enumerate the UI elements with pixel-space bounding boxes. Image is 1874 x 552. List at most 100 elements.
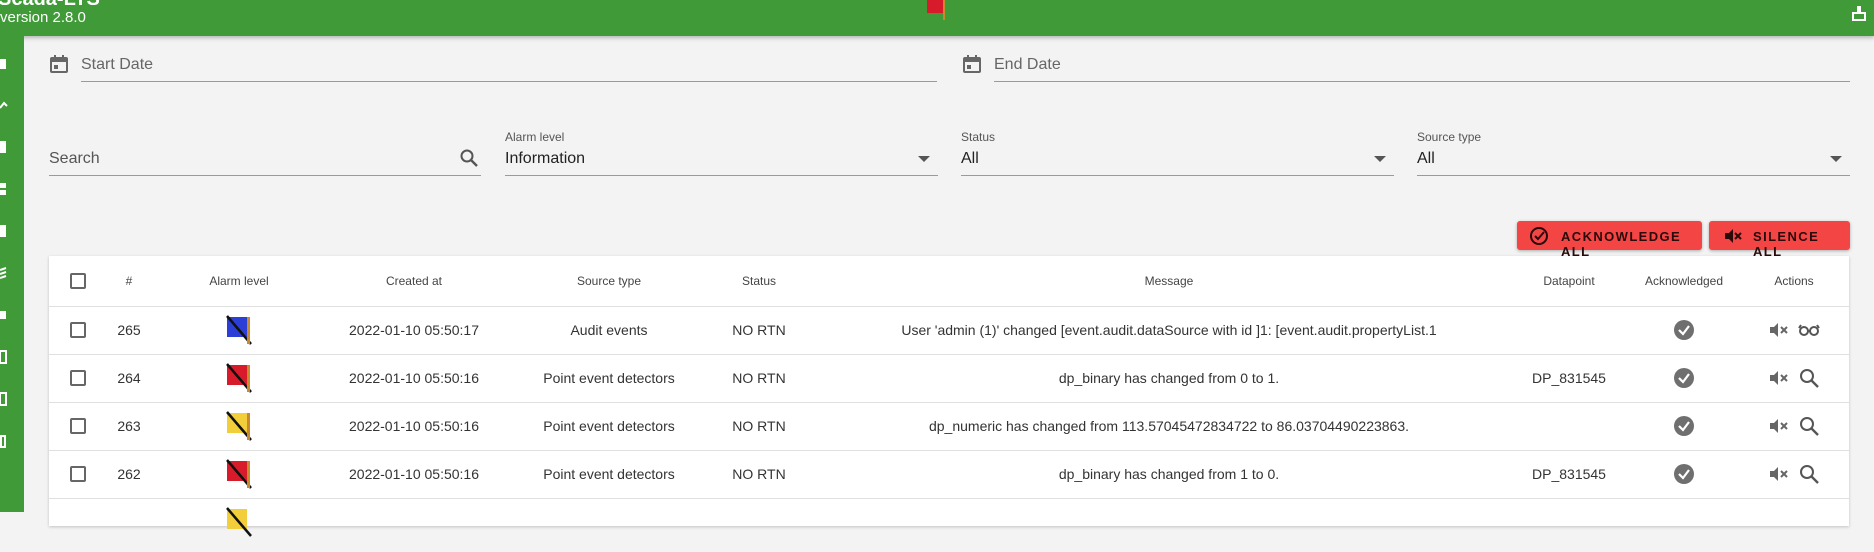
event-message: dp_numeric has changed from 113.57045472… <box>928 418 1410 434</box>
check-circle-icon <box>1530 227 1548 245</box>
panel-icon[interactable] <box>0 350 8 364</box>
search-icon[interactable] <box>1798 367 1820 389</box>
search-underline <box>49 175 481 176</box>
status-select[interactable]: Status All <box>961 128 1394 178</box>
mute-icon[interactable] <box>1768 367 1790 389</box>
header-message: Message <box>1144 274 1194 288</box>
created-at: 2022-01-10 05:50:16 <box>349 418 479 434</box>
chevron-down-icon <box>1374 156 1386 162</box>
event-id: 262 <box>117 466 141 482</box>
alarm-flag-icon <box>226 507 252 537</box>
app-header: Scada-LTS version 2.8.0 <box>0 0 1874 36</box>
mute-icon[interactable] <box>1768 415 1790 437</box>
event-status: NO RTN <box>732 370 786 386</box>
glasses-icon[interactable] <box>1798 319 1820 341</box>
alarm-flag-icon <box>226 411 252 441</box>
header-number: # <box>125 274 133 288</box>
calendar-icon <box>963 55 981 73</box>
start-date-label: Start Date <box>81 56 154 73</box>
header-source-type: Source type <box>576 274 642 288</box>
silence-all-button[interactable]: SILENCE ALL <box>1709 221 1850 259</box>
alarm-flag-icon <box>226 459 252 489</box>
datapoint-name <box>1519 306 1619 354</box>
dashboard-icon[interactable] <box>0 182 8 196</box>
start-date-underline <box>81 81 937 82</box>
table-row[interactable]: 262 2022-01-10 05:50:16 Point event dete… <box>49 450 1849 499</box>
event-status: NO RTN <box>732 466 786 482</box>
app-version: version 2.8.0 <box>0 9 86 26</box>
alarm-level-label: Alarm level <box>505 130 565 144</box>
search-icon[interactable] <box>1798 463 1820 485</box>
document-icon[interactable] <box>0 224 8 238</box>
calendar-icon <box>50 55 68 73</box>
status-value: All <box>961 150 979 167</box>
event-message: dp_binary has changed from 1 to 0. <box>1058 466 1280 482</box>
mute-icon[interactable] <box>1768 319 1790 341</box>
acknowledge-all-button[interactable]: ACKNOWLEDGE ALL <box>1517 221 1702 259</box>
source-type: Audit events <box>570 322 648 338</box>
row-checkbox[interactable] <box>70 466 86 482</box>
sidebar <box>0 36 24 512</box>
search-input[interactable]: Search <box>49 128 481 178</box>
row-checkbox[interactable] <box>70 418 86 434</box>
datapoint-name <box>1519 402 1619 450</box>
select-all-checkbox[interactable] <box>70 273 86 289</box>
table-row[interactable]: 264 2022-01-10 05:50:16 Point event dete… <box>49 354 1849 403</box>
chevron-down-icon <box>1830 156 1842 162</box>
datapoint-name: DP_831545 <box>1532 466 1606 482</box>
source-type-value: All <box>1417 150 1435 167</box>
image-icon[interactable] <box>0 140 8 154</box>
alarm-flag-icon <box>226 363 252 393</box>
layers-icon[interactable] <box>0 266 8 280</box>
alarm-level-select[interactable]: Alarm level Information <box>505 128 938 178</box>
search-icon[interactable] <box>1798 415 1820 437</box>
search-icon[interactable] <box>459 148 479 168</box>
building-icon[interactable] <box>0 434 8 448</box>
check-circle-icon <box>1674 368 1694 388</box>
user-icon[interactable] <box>1850 4 1868 22</box>
source-type-select[interactable]: Source type All <box>1417 128 1850 178</box>
status-underline <box>961 175 1394 176</box>
alarm-flag-icon <box>226 315 252 345</box>
acknowledge-all-label: ACKNOWLEDGE ALL <box>1561 229 1682 259</box>
event-id: 263 <box>117 418 141 434</box>
header-datapoint: Datapoint <box>1543 274 1595 288</box>
header-actions: Actions <box>1774 274 1814 288</box>
event-message: dp_binary has changed from 0 to 1. <box>1058 370 1280 386</box>
table-header-row: # Alarm level Created at Source type Sta… <box>49 256 1849 307</box>
table-row[interactable]: 263 2022-01-10 05:50:16 Point event dete… <box>49 402 1849 451</box>
datapoint-name: DP_831545 <box>1532 370 1606 386</box>
event-id: 265 <box>117 322 141 338</box>
table-row[interactable]: 265 2022-01-10 05:50:17 Audit events NO … <box>49 306 1849 355</box>
home-icon[interactable] <box>0 56 8 70</box>
source-type: Point event detectors <box>543 370 675 386</box>
event-message: User 'admin (1)' changed [event.audit.da… <box>901 322 1437 338</box>
start-date-field[interactable]: Start Date <box>49 48 939 84</box>
event-status: NO RTN <box>732 322 786 338</box>
chevron-down-icon <box>918 156 930 162</box>
list-icon[interactable] <box>0 392 8 406</box>
puzzle-icon[interactable] <box>0 308 8 322</box>
table-row[interactable] <box>49 498 1849 546</box>
logo-flag-icon <box>927 0 945 20</box>
source-type: Point event detectors <box>543 418 675 434</box>
header-alarm-level: Alarm level <box>209 274 269 288</box>
created-at: 2022-01-10 05:50:17 <box>349 322 479 338</box>
check-circle-icon <box>1674 320 1694 340</box>
alarm-level-underline <box>505 175 938 176</box>
mute-icon <box>1725 229 1742 243</box>
status-label: Status <box>961 130 996 144</box>
mute-icon[interactable] <box>1768 463 1790 485</box>
events-table: # Alarm level Created at Source type Sta… <box>49 256 1849 537</box>
chart-icon[interactable] <box>0 98 8 112</box>
source-type: Point event detectors <box>543 466 675 482</box>
source-type-label: Source type <box>1417 130 1482 144</box>
check-circle-icon <box>1674 416 1694 436</box>
silence-all-label: SILENCE ALL <box>1753 229 1820 259</box>
row-checkbox[interactable] <box>70 370 86 386</box>
created-at: 2022-01-10 05:50:16 <box>349 466 479 482</box>
end-date-label: End Date <box>994 56 1061 73</box>
end-date-field[interactable]: End Date <box>962 48 1852 84</box>
alarm-level-value: Information <box>505 150 586 167</box>
row-checkbox[interactable] <box>70 322 86 338</box>
